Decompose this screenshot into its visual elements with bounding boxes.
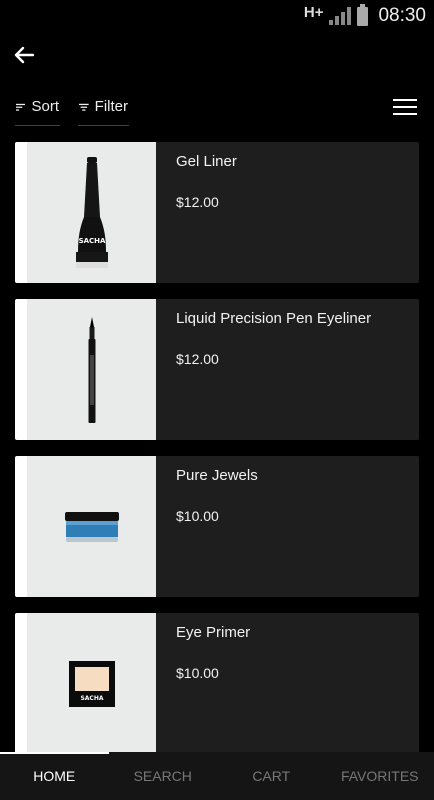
sort-label: Sort — [31, 98, 59, 115]
hamburger-icon-line — [393, 99, 417, 101]
pen-eyeliner-icon — [88, 316, 95, 423]
list-toolbar: Sort Filter — [15, 88, 419, 126]
network-type: H+ — [303, 3, 324, 21]
product-card-eye-primer[interactable]: SACHA Eye Primer $10.00 — [15, 613, 419, 754]
hamburger-icon-line — [393, 113, 417, 115]
product-name: Eye Primer — [176, 624, 251, 641]
product-list: SACHA Gel Liner $12.00 Liquid Precision — [15, 142, 419, 770]
status-time: 08:30 — [378, 5, 426, 26]
signal-icon — [329, 7, 352, 25]
product-name: Gel Liner — [176, 153, 237, 170]
svg-text:SACHA: SACHA — [80, 695, 103, 702]
product-price: $10.00 — [176, 665, 219, 681]
sort-icon — [16, 103, 26, 111]
tab-search[interactable]: SEARCH — [109, 752, 218, 800]
product-price: $12.00 — [176, 351, 219, 367]
product-image: SACHA — [15, 142, 156, 283]
arrow-left-icon — [14, 46, 34, 64]
status-bar: H+ 08:30 — [0, 0, 434, 32]
filter-icon — [79, 103, 89, 111]
product-price: $10.00 — [176, 508, 219, 524]
product-price: $12.00 — [176, 194, 219, 210]
product-name: Pure Jewels — [176, 467, 258, 484]
hamburger-icon-line — [393, 106, 417, 108]
tab-home[interactable]: HOME — [0, 752, 109, 800]
tab-cart[interactable]: CART — [217, 752, 326, 800]
product-image — [15, 299, 156, 440]
filter-label: Filter — [94, 98, 128, 115]
tab-favorites[interactable]: FAVORITES — [326, 752, 434, 800]
product-image: SACHA — [15, 613, 156, 754]
sort-button[interactable]: Sort — [15, 88, 60, 126]
loose-pigment-jar-icon — [64, 511, 119, 542]
product-card-pure-jewels[interactable]: Pure Jewels $10.00 — [15, 456, 419, 597]
filter-button[interactable]: Filter — [78, 88, 129, 126]
battery-icon — [357, 3, 369, 26]
back-button[interactable] — [8, 40, 40, 70]
gel-liner-jar-icon: SACHA — [75, 156, 108, 268]
product-name: Liquid Precision Pen Eyeliner — [176, 310, 372, 327]
product-card-gel-liner[interactable]: SACHA Gel Liner $12.00 — [15, 142, 419, 283]
primer-compact-icon: SACHA — [68, 660, 115, 707]
bottom-nav: HOME SEARCH CART FAVORITES — [0, 752, 434, 800]
product-card-pen-eyeliner[interactable]: Liquid Precision Pen Eyeliner $12.00 — [15, 299, 419, 440]
menu-button[interactable] — [391, 95, 419, 119]
svg-text:SACHA: SACHA — [78, 237, 105, 245]
product-image — [15, 456, 156, 597]
